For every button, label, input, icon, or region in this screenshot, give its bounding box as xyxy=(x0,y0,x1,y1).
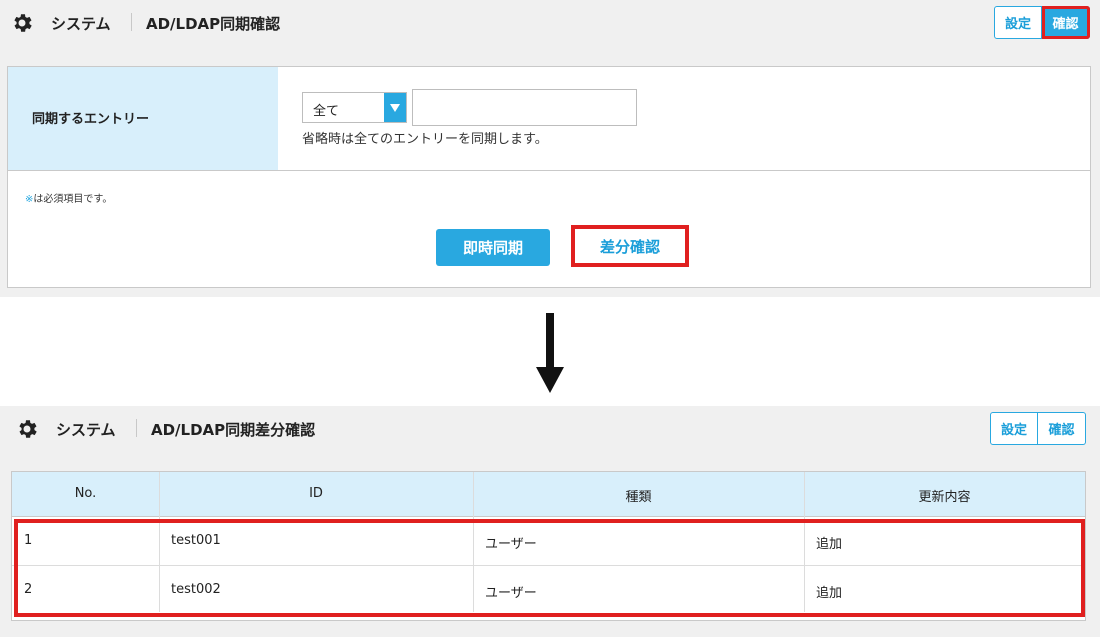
cell-change: 追加 xyxy=(816,537,843,552)
page-title: AD/LDAP同期差分確認 xyxy=(151,421,316,439)
column-header-change: 更新内容 xyxy=(918,490,971,505)
page-title: AD/LDAP同期確認 xyxy=(146,15,281,33)
mode-button-group: 設定 確認 xyxy=(994,6,1090,39)
column-header-no: No. xyxy=(74,486,97,501)
breadcrumb-divider xyxy=(131,13,132,31)
diff-table: No. ID 種類 更新内容 1 test001 ユーザー 追加 2 test0… xyxy=(11,471,1086,621)
column-header-type: 種類 xyxy=(625,490,652,505)
diff-check-button[interactable]: 差分確認 xyxy=(571,225,689,267)
entry-type-select-value: 全て xyxy=(313,104,340,119)
entry-label-cell: 同期するエントリー xyxy=(8,67,278,170)
required-note-text: は必須項目です。 xyxy=(33,194,113,205)
triangle-down-icon[interactable] xyxy=(384,93,406,122)
required-note: ※は必須項目です。 xyxy=(25,190,112,205)
entry-hint-text: 省略時は全てのエントリーを同期します。 xyxy=(302,132,548,147)
sync-form: 同期するエントリー 全て 省略時は全てのエントリーを同期します。 ※は必須項目で… xyxy=(7,66,1091,288)
gear-icon xyxy=(19,420,37,438)
form-divider xyxy=(8,170,1090,171)
arrow-down-icon xyxy=(536,313,564,393)
cell-no: 2 xyxy=(24,582,33,597)
settings-tab-button[interactable]: 設定 xyxy=(990,412,1038,445)
page-header: システム AD/LDAP同期差分確認 設定 確認 xyxy=(0,406,1100,452)
cell-id: test001 xyxy=(171,533,221,548)
cell-no: 1 xyxy=(24,533,33,548)
cell-id: test002 xyxy=(171,582,221,597)
cell-type: ユーザー xyxy=(485,586,537,601)
gear-icon xyxy=(14,14,32,32)
table-row[interactable]: 2 test002 ユーザー 追加 xyxy=(12,567,1085,615)
table-row[interactable]: 1 test001 ユーザー 追加 xyxy=(12,518,1085,566)
sync-confirm-screen: システム AD/LDAP同期確認 設定 確認 同期するエントリー 全て 省略時は… xyxy=(0,0,1100,297)
cell-type: ユーザー xyxy=(485,537,537,552)
column-header-id: ID xyxy=(309,486,323,501)
entry-filter-input[interactable] xyxy=(412,89,637,126)
cell-change: 追加 xyxy=(816,586,843,601)
breadcrumb-section[interactable]: システム xyxy=(56,419,116,440)
sync-diff-screen: システム AD/LDAP同期差分確認 設定 確認 No. ID 種類 更新内容 … xyxy=(0,406,1100,637)
entry-type-select[interactable]: 全て xyxy=(302,92,407,123)
mode-button-group: 設定 確認 xyxy=(990,412,1086,445)
page-header: システム AD/LDAP同期確認 設定 確認 xyxy=(0,0,1100,46)
table-header: No. ID 種類 更新内容 xyxy=(12,472,1085,517)
confirm-tab-button[interactable]: 確認 xyxy=(1042,6,1090,39)
breadcrumb-divider xyxy=(136,419,137,437)
breadcrumb-section[interactable]: システム xyxy=(51,13,111,34)
settings-tab-button[interactable]: 設定 xyxy=(994,6,1042,39)
triangle-down-icon-shape xyxy=(390,103,400,112)
confirm-tab-button[interactable]: 確認 xyxy=(1038,412,1086,445)
immediate-sync-button[interactable]: 即時同期 xyxy=(436,229,550,266)
entry-label: 同期するエントリー xyxy=(32,112,150,127)
